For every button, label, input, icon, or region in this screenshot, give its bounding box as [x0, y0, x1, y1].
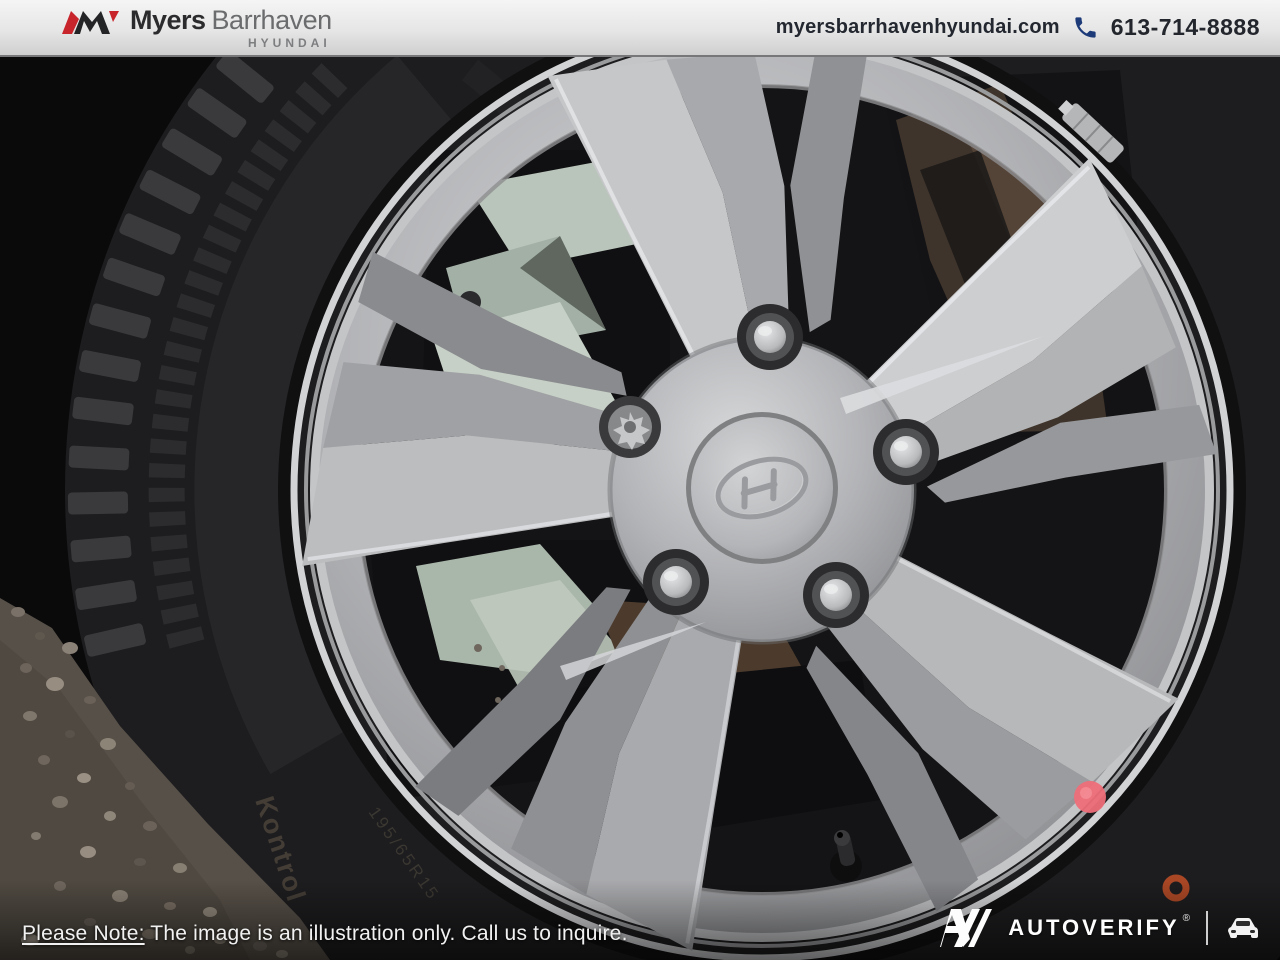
disclaimer-label: Please Note:: [22, 922, 145, 945]
dealer-name-regular: Barrhaven: [212, 5, 332, 35]
autoverify-badge: AUTOVERIFY ®: [930, 906, 1262, 950]
pink-dot-marker: [1074, 781, 1106, 813]
dealer-header-bar: MyersBarrhaven HYUNDAI myersbarrhavenhyu…: [0, 0, 1280, 57]
disclaimer-note: Please Note: The image is an illustratio…: [22, 922, 628, 946]
registered-mark: ®: [1183, 913, 1190, 924]
lug-nut: [643, 549, 709, 615]
vehicle-listing-image: MyersBarrhaven HYUNDAI myersbarrhavenhyu…: [0, 0, 1280, 960]
autoverify-text: AUTOVERIFY: [1008, 915, 1179, 941]
dealer-website: myersbarrhavenhyundai.com: [776, 16, 1060, 39]
alloy-wheel: [285, 13, 1239, 960]
lug-nut: [873, 419, 939, 485]
phone-icon: [1072, 14, 1099, 41]
center-cap: [686, 412, 838, 564]
wheel-photo: Kontrol 195/65R15: [0, 0, 1280, 960]
dealer-name-bold: Myers: [130, 5, 206, 35]
lug-nut: [803, 562, 869, 628]
autoverify-logo-icon: [930, 909, 992, 947]
badge-divider: [1206, 911, 1208, 945]
dealer-logo: MyersBarrhaven HYUNDAI: [62, 7, 332, 49]
dealer-brand: HYUNDAI: [248, 37, 332, 49]
myers-logo-icon: [62, 7, 120, 37]
dealer-name: MyersBarrhaven: [130, 7, 332, 34]
car-icon: [1224, 915, 1262, 941]
dealer-contact: myersbarrhavenhyundai.com 613-714-8888: [776, 14, 1260, 41]
disclaimer-text: The image is an illustration only. Call …: [150, 922, 627, 945]
autoverify-wordmark: AUTOVERIFY ®: [1008, 915, 1190, 941]
wheel-lock-nut: [599, 396, 661, 458]
lug-nut: [737, 304, 803, 370]
dealer-phone: 613-714-8888: [1111, 14, 1260, 41]
